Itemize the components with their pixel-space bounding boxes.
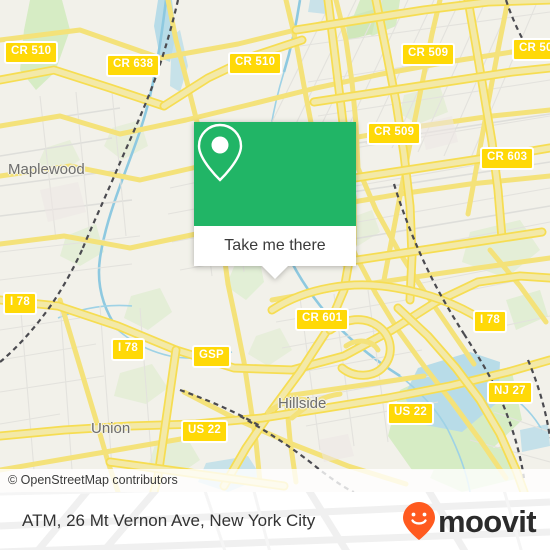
road-shield-cr-509-south: CR 509 bbox=[367, 122, 422, 145]
map-attribution[interactable]: © OpenStreetMap contributors bbox=[0, 469, 550, 492]
moovit-map-screenshot: .rdM { stroke:#f6dd52; stroke-width:9; f… bbox=[0, 0, 550, 550]
road-shield-us-22-east: US 22 bbox=[387, 402, 434, 425]
road-shield-gsp: GSP bbox=[192, 345, 231, 368]
road-shield-i-78-mid: I 78 bbox=[111, 338, 145, 361]
location-pin-icon bbox=[197, 123, 243, 182]
callout-tail bbox=[261, 265, 289, 279]
callout-action-panel[interactable]: Take me there bbox=[194, 226, 356, 279]
moovit-smiley-pin-icon bbox=[402, 502, 435, 540]
footer-content: ATM, 26 Mt Vernon Ave, New York City moo… bbox=[0, 492, 550, 550]
road-shield-i-78-east: I 78 bbox=[473, 310, 507, 333]
road-shield-nj-27: NJ 27 bbox=[487, 381, 533, 404]
location-callout-card[interactable]: Take me there bbox=[194, 122, 356, 279]
moovit-brand[interactable]: moovit bbox=[402, 501, 537, 541]
road-shield-us-22-west: US 22 bbox=[181, 420, 228, 443]
road-shield-i-78-west: I 78 bbox=[3, 292, 37, 315]
road-shield-cr-510-mid: CR 510 bbox=[228, 52, 283, 75]
road-shield-cr-510-west: CR 510 bbox=[4, 41, 59, 64]
map-canvas[interactable]: .rdM { stroke:#f6dd52; stroke-width:9; f… bbox=[0, 0, 550, 492]
road-shield-cr-601: CR 601 bbox=[295, 308, 350, 331]
road-shield-cr-603: CR 603 bbox=[480, 147, 535, 170]
callout-image-panel bbox=[194, 122, 356, 226]
road-shield-cr-508: CR 508 bbox=[512, 38, 550, 61]
callout-action-label: Take me there bbox=[224, 237, 326, 254]
road-shield-cr-638: CR 638 bbox=[106, 54, 161, 77]
place-label-maplewood: Maplewood bbox=[8, 161, 85, 178]
location-title: ATM, 26 Mt Vernon Ave, New York City bbox=[22, 511, 316, 530]
moovit-wordmark: moovit bbox=[437, 503, 537, 539]
place-label-hillside: Hillside bbox=[278, 395, 327, 412]
road-shield-cr-509-north: CR 509 bbox=[401, 43, 456, 66]
footer-bar: ATM, 26 Mt Vernon Ave, New York City moo… bbox=[0, 492, 550, 550]
place-label-union: Union bbox=[91, 420, 131, 437]
